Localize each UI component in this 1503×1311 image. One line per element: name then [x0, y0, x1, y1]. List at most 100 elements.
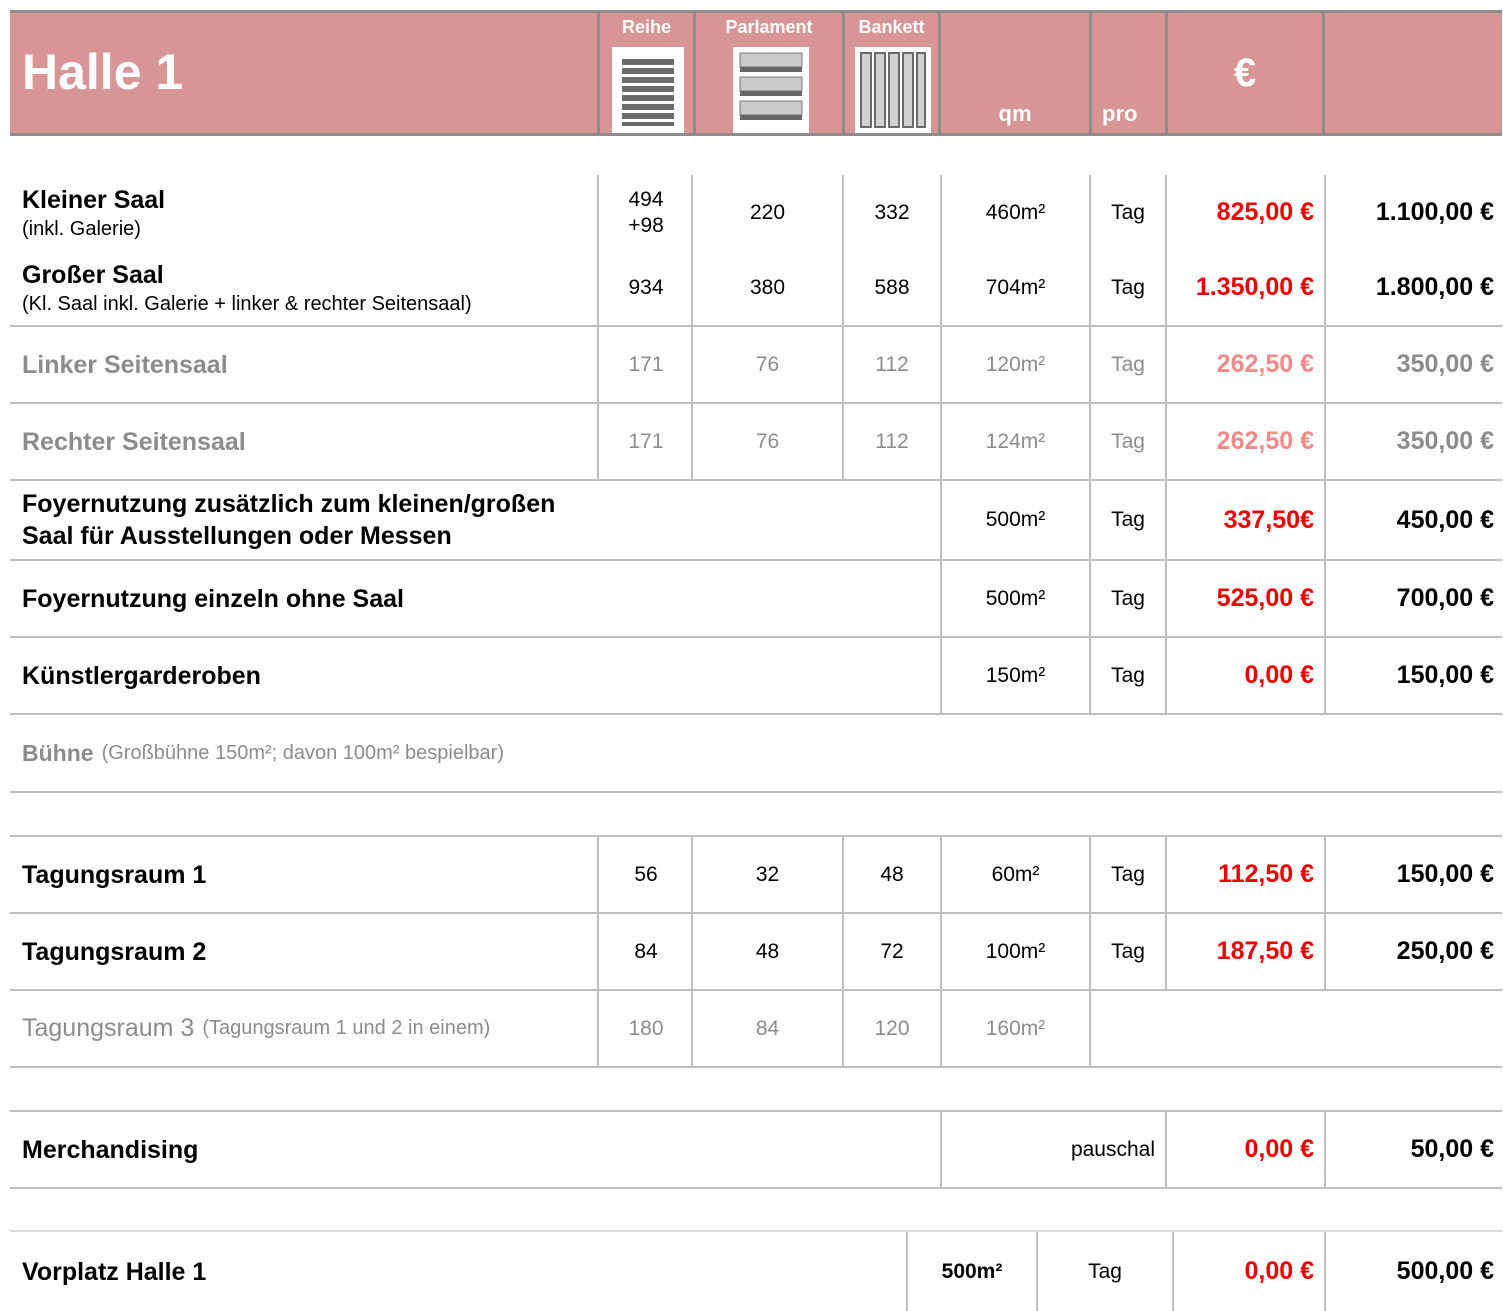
cell-empty	[1089, 991, 1502, 1066]
row-name: Bühne (Großbühne 150m²; davon 100m² besp…	[22, 715, 504, 791]
header-parlament-label: Parlament	[725, 17, 813, 37]
table-row-vorplatz: Vorplatz Halle 1 500m² Tag 0,00 € 500,00…	[10, 1230, 1502, 1311]
row-title: Linker Seitensaal	[22, 350, 228, 379]
cell-pro: pauschal	[940, 1112, 1165, 1187]
buehne-label: Bühne	[22, 739, 94, 766]
cell-price: 250,00 €	[1324, 914, 1502, 989]
cell-price-red: 112,50 €	[1165, 837, 1324, 912]
cell-bankett: 588	[842, 250, 940, 325]
cell-price: 150,00 €	[1324, 837, 1502, 912]
cell-bankett: 48	[842, 837, 940, 912]
cell-bankett: 72	[842, 914, 940, 989]
header-parlament: Parlament	[693, 13, 842, 133]
row-name: Tagungsraum 1	[22, 837, 206, 912]
row-name: Großer Saal (Kl. Saal inkl. Galerie + li…	[22, 250, 472, 325]
cell-price: 700,00 €	[1324, 561, 1502, 636]
cell-price: 350,00 €	[1324, 404, 1502, 479]
table-row-kuenstlergarderoben: Künstlergarderoben 150m² Tag 0,00 € 150,…	[10, 638, 1502, 715]
table-row-buehne: Bühne (Großbühne 150m²; davon 100m² besp…	[10, 715, 1502, 793]
header-reihe: Reihe	[597, 13, 693, 133]
row-title: Großer Saal	[22, 260, 164, 289]
cell-pro: Tag	[1089, 175, 1165, 250]
cell-price: 450,00 €	[1324, 481, 1502, 559]
cell-qm: 150m²	[940, 638, 1089, 713]
cell-parlament: 76	[691, 327, 842, 402]
row-title: Künstlergarderoben	[22, 661, 261, 690]
cell-price: 500,00 €	[1324, 1232, 1502, 1311]
cell-qm: 60m²	[940, 837, 1089, 912]
row-name: Rechter Seitensaal	[22, 404, 246, 479]
row-name: Linker Seitensaal	[22, 327, 228, 402]
row-title: Merchandising	[22, 1135, 199, 1164]
cell-pro: Tag	[1089, 481, 1165, 559]
cell-qm: 500m²	[940, 561, 1089, 636]
cell-reihe: 171	[597, 327, 693, 402]
cell-qm: 704m²	[940, 250, 1089, 325]
cell-parlament: 84	[691, 991, 842, 1066]
table-row-rechter-seitensaal: Rechter Seitensaal 171 76 112 124m² Tag …	[10, 404, 1502, 481]
cell-pro: Tag	[1036, 1232, 1172, 1311]
row-subtitle: (Kl. Saal inkl. Galerie + linker & recht…	[22, 292, 472, 315]
cell-parlament: 32	[691, 837, 842, 912]
cell-parlament: 220	[691, 175, 842, 250]
header-blank	[1322, 13, 1502, 133]
cell-qm: 500m²	[940, 481, 1089, 559]
row-title-line-2: Saal für Ausstellungen oder Messen	[22, 522, 452, 550]
table-row-merchandising: Merchandising pauschal 0,00 € 50,00 €	[10, 1112, 1502, 1189]
row-note: (Tagungsraum 1 und 2 in einem)	[202, 1017, 491, 1039]
cell-price-red: 262,50 €	[1165, 404, 1324, 479]
cell-price-red: 262,50 €	[1165, 327, 1324, 402]
header-bankett: Bankett	[842, 13, 938, 133]
cell-bankett: 120	[842, 991, 940, 1066]
cell-reihe: 56	[597, 837, 693, 912]
row-name: Merchandising	[22, 1112, 198, 1187]
cell-parlament: 76	[691, 404, 842, 479]
page-title: Halle 1	[22, 44, 184, 100]
parlament-layout-icon	[733, 47, 809, 133]
header-qm: qm	[938, 13, 1089, 133]
cell-pro: Tag	[1089, 837, 1165, 912]
row-title: Tagungsraum 2	[22, 937, 207, 966]
cell-bankett: 112	[842, 404, 940, 479]
cell-qm: 120m²	[940, 327, 1089, 402]
header-pro: pro	[1089, 13, 1165, 133]
reihe-layout-icon	[612, 47, 684, 133]
cell-qm: 100m²	[940, 914, 1089, 989]
header-bankett-label: Bankett	[858, 17, 925, 37]
cell-pro: Tag	[1089, 638, 1165, 713]
header-qm-label: qm	[998, 101, 1032, 126]
cell-price-red: 825,00 €	[1165, 175, 1324, 250]
row-title: Rechter Seitensaal	[22, 427, 246, 456]
table-row-linker-seitensaal: Linker Seitensaal 171 76 112 120m² Tag 2…	[10, 327, 1502, 404]
cell-price-red: 0,00 €	[1165, 638, 1324, 713]
row-name: Foyernutzung zusätzlich zum kleinen/groß…	[22, 481, 555, 559]
cell-reihe: 171	[597, 404, 693, 479]
table-row-foyer-einzeln: Foyernutzung einzeln ohne Saal 500m² Tag…	[10, 561, 1502, 638]
header-reihe-label: Reihe	[621, 17, 672, 37]
header-euro: €	[1165, 13, 1322, 133]
header-euro-label: €	[1233, 51, 1257, 95]
bankett-layout-icon	[855, 47, 931, 133]
cell-pro: Tag	[1089, 914, 1165, 989]
header-pro-label: pro	[1102, 101, 1138, 126]
cell-price-red: 0,00 €	[1172, 1232, 1324, 1311]
cell-qm: 160m²	[940, 991, 1089, 1066]
table-row-foyer-zusaetzlich: Foyernutzung zusätzlich zum kleinen/groß…	[10, 481, 1502, 561]
row-name: Tagungsraum 2	[22, 914, 206, 989]
row-title: Kleiner Saal	[22, 185, 166, 214]
row-title: Tagungsraum 3	[22, 1014, 195, 1042]
header-bar: Halle 1 Reihe Parlament Bankett qm pro €	[10, 10, 1502, 136]
cell-qm: 124m²	[940, 404, 1089, 479]
row-name: Kleiner Saal (inkl. Galerie)	[22, 175, 165, 250]
row-name: Künstlergarderoben	[22, 638, 261, 713]
cell-qm: 500m²	[906, 1232, 1036, 1311]
cell-pro: Tag	[1089, 561, 1165, 636]
cell-price-red: 337,50€	[1165, 481, 1324, 559]
row-name: Foyernutzung einzeln ohne Saal	[22, 561, 404, 636]
row-name: Vorplatz Halle 1	[22, 1232, 206, 1311]
row-title: Foyernutzung einzeln ohne Saal	[22, 584, 404, 613]
cell-bankett: 332	[842, 175, 940, 250]
table-row-tagungsraum-1: Tagungsraum 1 56 32 48 60m² Tag 112,50 €…	[10, 837, 1502, 914]
table-row-grosser-saal: Großer Saal (Kl. Saal inkl. Galerie + li…	[10, 250, 1502, 327]
cell-reihe: 84	[597, 914, 693, 989]
